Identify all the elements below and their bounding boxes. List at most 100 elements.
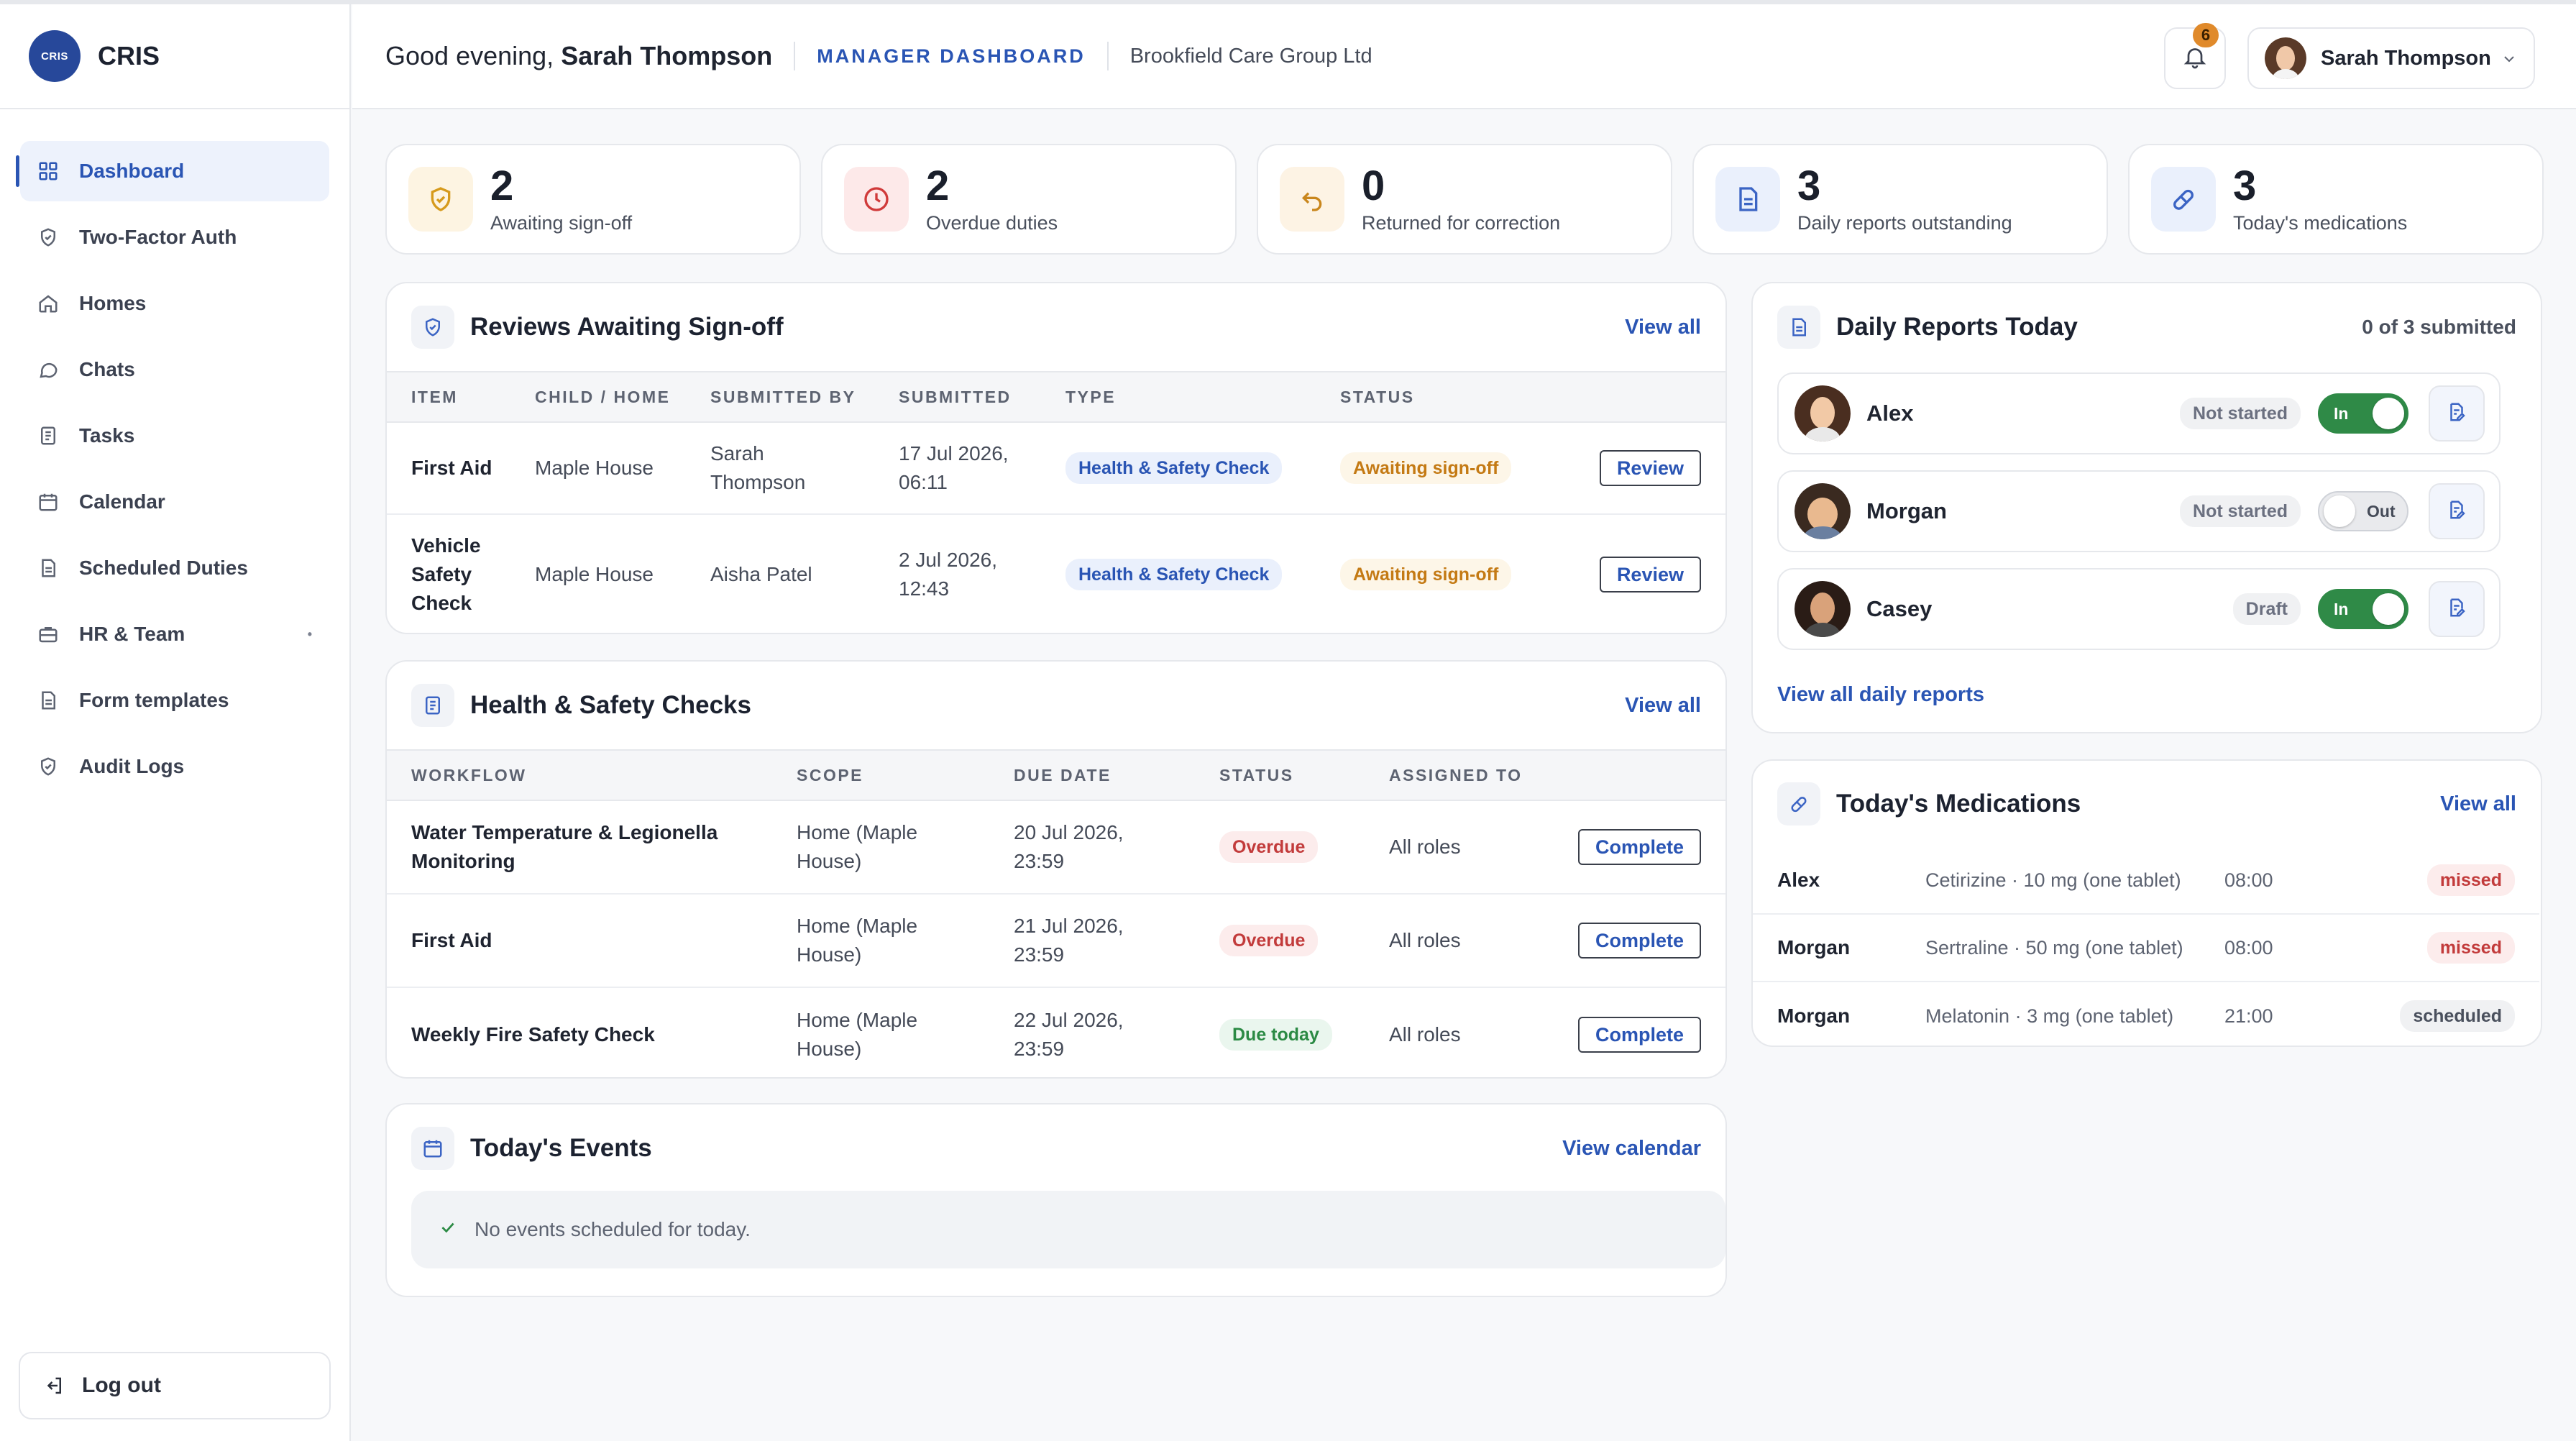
home-cell: Maple House [535,562,654,585]
complete-button[interactable]: Complete [1577,829,1701,865]
complete-button[interactable]: Complete [1577,923,1701,959]
scope-text: Home (Maple House) [797,821,918,872]
medication-list: Alex Cetirizine · 10 mg (one tablet) 08:… [1753,847,2541,1046]
view-all-link[interactable]: View all [2440,792,2516,816]
child-name: Morgan [1777,1005,1851,1027]
toggle-knob [2373,593,2404,625]
view-calendar-link[interactable]: View calendar [1562,1137,1701,1161]
report-edit-icon [2446,499,2467,524]
child-name: Casey [1866,596,1933,621]
sidebar-item-scheduled-duties[interactable]: Scheduled Duties [20,538,329,598]
logout-label: Log out [82,1373,161,1397]
column-header: TYPE [1065,371,1340,423]
stat-todays-medications[interactable]: 3 Today's medications [2128,144,2544,255]
user-menu-button[interactable]: Sarah Thompson [2247,27,2535,89]
home-cell: Maple House [535,422,710,515]
table-row[interactable]: Water Temperature & Legionella Monitorin… [387,800,1725,895]
events-panel: Today's Events View calendar No events s… [385,1103,1727,1297]
type-badge: Health & Safety Check [1065,558,1283,590]
medication-row[interactable]: Morgan Sertraline · 50 mg (one tablet) 0… [1753,915,2539,982]
sidebar-item-form-templates[interactable]: Form templates [20,670,329,731]
home-icon [36,291,60,316]
medication-row[interactable]: Morgan Melatonin · 3 mg (one tablet) 21:… [1753,982,2539,1046]
pill-icon [2151,167,2216,232]
sidebar-item-audit-logs[interactable]: Audit Logs [20,736,329,797]
stat-daily-reports-outstanding[interactable]: 3 Daily reports outstanding [1692,144,2108,255]
stat-label: Awaiting sign-off [490,211,633,234]
brand[interactable]: CRIS CRIS [0,4,349,109]
user-name: Sarah Thompson [2321,46,2491,70]
brand-logo: CRIS [29,30,81,82]
shield-check-icon [411,306,454,349]
submitted-by-cell: Aisha Patel [710,562,812,585]
sidebar: CRIS CRIS Dashboard Two-Factor Auth Home… [0,4,351,1441]
daily-report-row[interactable]: Alex Not started In [1777,372,2501,454]
panel-title: Daily Reports Today [1836,313,2078,341]
submitted-cell: 17 Jul 2026, 06:11 [899,422,1065,515]
toggle-label: In [2334,403,2349,423]
type-cell: Health & Safety Check [1065,422,1340,515]
status-badge: Overdue [1219,831,1319,863]
in-out-toggle[interactable]: In [2318,589,2408,629]
sidebar-item-dashboard[interactable]: Dashboard [16,141,329,201]
scope-text: Home (Maple House) [797,915,918,966]
table-row[interactable]: First Aid Maple House Sarah Thompson 17 … [387,422,1725,515]
sidebar-item-tasks[interactable]: Tasks [20,406,329,466]
logout-button[interactable]: Log out [19,1352,331,1419]
table-row[interactable]: Vehicle Safety Check Maple House Aisha P… [387,514,1725,633]
bell-icon [2182,44,2208,73]
column-header: SCOPE [797,749,1014,801]
sidebar-item-chats[interactable]: Chats [20,339,329,400]
reviews-table: ITEM CHILD / HOME SUBMITTED BY SUBMITTED… [387,371,1725,633]
sidebar-item-calendar[interactable]: Calendar [20,472,329,532]
medications-panel: Today's Medications View all Alex Cetiri… [1751,759,2542,1047]
medication-status-badge: scheduled [2400,1000,2515,1032]
expand-icon[interactable]: • [308,627,312,642]
open-report-button[interactable] [2429,581,2485,637]
stat-awaiting-sign-off[interactable]: 2 Awaiting sign-off [385,144,801,255]
review-button[interactable]: Review [1599,556,1701,593]
action-cell: Complete [1569,800,1725,895]
avatar [1795,385,1851,442]
avatar [1795,483,1851,539]
panel-title: Today's Events [470,1134,652,1162]
report-status-badge: Not started [2180,495,2301,527]
status-badge: Awaiting sign-off [1340,452,1512,484]
organization-name: Brookfield Care Group Ltd [1129,44,1372,68]
panel-title: Today's Medications [1836,790,2081,818]
reviews-panel: Reviews Awaiting Sign-off View all ITEM … [385,282,1727,634]
report-edit-icon [2446,401,2467,426]
submitted-cell: 2 Jul 2026, 12:43 [899,514,1065,633]
daily-report-row[interactable]: Casey Draft In [1777,568,2501,650]
complete-button[interactable]: Complete [1577,1016,1701,1053]
action-cell: Complete [1569,987,1725,1077]
sidebar-item-label: Chats [79,358,135,380]
table-row[interactable]: Weekly Fire Safety Check Home (Maple Hou… [387,987,1725,1077]
view-all-link[interactable]: View all [1625,694,1701,718]
column-header: WORKFLOW [387,749,797,801]
view-all-link[interactable]: View all [1625,316,1701,339]
daily-report-row[interactable]: Morgan Not started Out [1777,470,2501,552]
open-report-button[interactable] [2429,385,2485,442]
in-out-toggle[interactable]: In [2318,393,2408,434]
stat-returned-for-correction[interactable]: 0 Returned for correction [1257,144,1672,255]
stat-label: Overdue duties [926,211,1058,234]
review-button[interactable]: Review [1599,450,1701,486]
sidebar-item-two-factor-auth[interactable]: Two-Factor Auth [20,207,329,267]
view-all-daily-reports-link[interactable]: View all daily reports [1777,683,1984,707]
sidebar-item-hr-team[interactable]: HR & Team • [20,604,329,664]
medication-row[interactable]: Alex Cetirizine · 10 mg (one tablet) 08:… [1753,847,2539,915]
sidebar-item-homes[interactable]: Homes [20,273,329,334]
child-name: Morgan [1777,936,1851,959]
stat-label: Returned for correction [1362,211,1561,234]
toggle-label: In [2334,599,2349,618]
notifications-button[interactable]: 6 [2164,23,2226,89]
table-row[interactable]: First Aid Home (Maple House) 21 Jul 2026… [387,894,1725,988]
workflow-cell: Water Temperature & Legionella Monitorin… [387,800,797,895]
document-icon [36,688,60,713]
panel-title: Health & Safety Checks [470,691,751,719]
stat-overdue-duties[interactable]: 2 Overdue duties [821,144,1237,255]
in-out-toggle[interactable]: Out [2318,491,2408,531]
open-report-button[interactable] [2429,483,2485,539]
child-name: Alex [1777,869,1820,891]
